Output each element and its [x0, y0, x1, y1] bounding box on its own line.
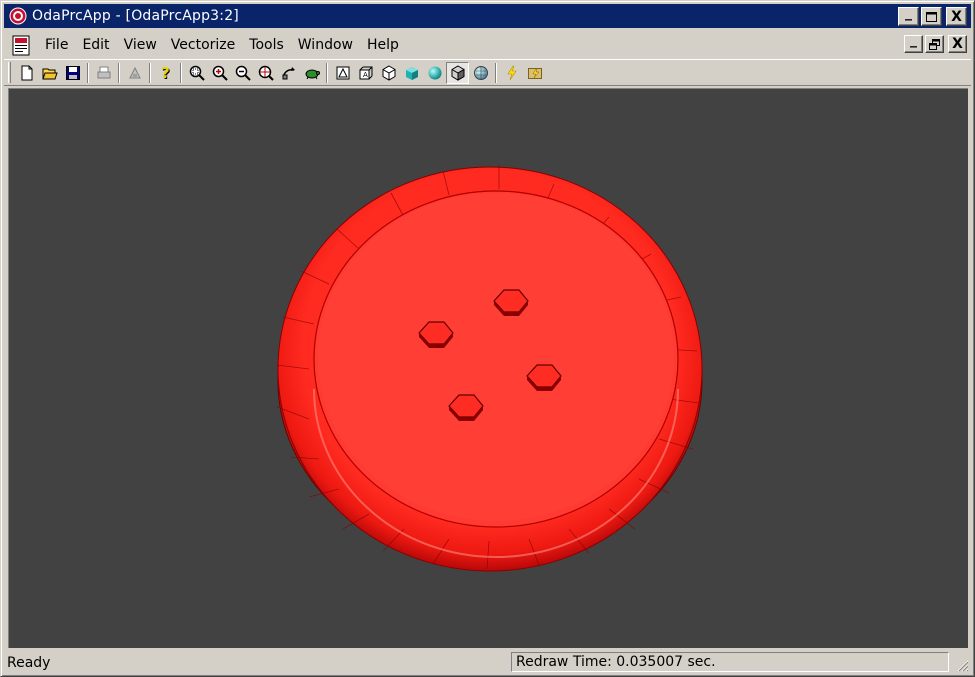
open-folder-icon — [41, 68, 58, 79]
new-document-icon — [21, 65, 32, 80]
zoom-in-button[interactable] — [208, 62, 231, 84]
toolbar-grip[interactable] — [8, 62, 11, 83]
gouraud-shaded-icon — [428, 66, 441, 79]
status-bar: Ready Redraw Time: 0.035007 sec. — [4, 651, 971, 674]
print-icon — [97, 66, 110, 78]
toolbar-separator — [118, 62, 120, 83]
hidden-line-icon: A — [359, 66, 372, 79]
close-icon: X — [951, 8, 962, 25]
orbit-button[interactable] — [277, 62, 300, 84]
new-button[interactable] — [15, 62, 38, 84]
document-icon[interactable] — [8, 33, 34, 57]
flat-shaded-icon — [405, 66, 418, 80]
2d-wireframe-button[interactable] — [331, 62, 354, 84]
svg-text:?: ? — [161, 65, 170, 81]
oda-app-icon[interactable] — [8, 6, 28, 26]
menu-help[interactable]: Help — [360, 37, 406, 53]
mdi-minimize-button[interactable]: _ — [904, 32, 923, 53]
zoom-out-button[interactable] — [231, 62, 254, 84]
redraw-time-pane: Redraw Time: 0.035007 sec. — [511, 652, 949, 672]
toolbar-separator — [180, 62, 182, 83]
zoom-extents-button[interactable] — [254, 62, 277, 84]
regen-button[interactable] — [500, 62, 523, 84]
menu-window[interactable]: Window — [291, 37, 360, 53]
menu-tools[interactable]: Tools — [242, 37, 291, 53]
toolbar-separator — [326, 62, 328, 83]
hidden-line-button[interactable]: A — [354, 62, 377, 84]
restore-icon — [929, 38, 940, 50]
model-canvas[interactable] — [9, 89, 969, 649]
minimize-button[interactable]: _ — [898, 4, 919, 26]
mdi-restore-button[interactable] — [925, 35, 944, 53]
window-title: OdaPrcApp - [OdaPrcApp3:2] — [32, 8, 239, 24]
zoom-out-icon — [235, 65, 251, 81]
2d-wireframe-icon — [336, 66, 349, 79]
turtle-icon — [305, 69, 320, 79]
gouraud-shaded-edges-icon — [473, 65, 488, 80]
zoom-extents-icon — [258, 65, 274, 81]
print-preview-icon — [128, 66, 141, 78]
flat-shaded-button[interactable] — [400, 62, 423, 84]
menu-bar: File Edit View Vectorize Tools Window He… — [4, 31, 971, 58]
toolbar-separator — [87, 62, 89, 83]
menu-view[interactable]: View — [117, 37, 164, 53]
zoom-in-icon — [212, 65, 228, 81]
save-button[interactable] — [61, 62, 84, 84]
maximize-button[interactable] — [921, 7, 942, 26]
toolbar: ?? A — [4, 59, 971, 86]
round-plate-model — [276, 165, 703, 572]
status-ready-text: Ready — [7, 654, 51, 671]
zoom-window-button[interactable] — [185, 62, 208, 84]
3d-wireframe-icon — [382, 64, 395, 81]
3d-wireframe-button[interactable] — [377, 62, 400, 84]
svg-text:A: A — [363, 71, 368, 79]
mdi-close-button[interactable]: X — [948, 35, 967, 53]
print-preview-button[interactable] — [123, 62, 146, 84]
orbit-icon — [281, 66, 295, 79]
regen-icon — [506, 65, 517, 80]
regen-all-icon — [527, 67, 542, 79]
menu-vectorize[interactable]: Vectorize — [164, 37, 242, 53]
minimize-icon: _ — [910, 32, 917, 48]
menu-edit[interactable]: Edit — [75, 37, 116, 53]
open-button[interactable] — [38, 62, 61, 84]
title-bar[interactable]: OdaPrcApp - [OdaPrcApp3:2] _ X — [4, 4, 971, 28]
app-window: OdaPrcApp - [OdaPrcApp3:2] _ X File Edit… — [0, 0, 975, 677]
maximize-icon — [926, 11, 937, 22]
toolbar-separator — [495, 62, 497, 83]
redraw-time-text: Redraw Time: 0.035007 sec. — [516, 654, 716, 670]
regen-all-button[interactable] — [523, 62, 546, 84]
3d-viewport[interactable] — [8, 88, 968, 648]
resize-grip-icon[interactable] — [955, 658, 969, 672]
print-button[interactable] — [92, 62, 115, 84]
toolbar-separator — [149, 62, 151, 83]
flat-shaded-edges-icon — [451, 64, 464, 81]
close-icon: X — [952, 36, 963, 52]
close-button[interactable]: X — [946, 7, 967, 26]
help-button[interactable]: ?? — [154, 62, 177, 84]
gouraud-shaded-edges-button[interactable] — [469, 62, 492, 84]
menu-file[interactable]: File — [38, 37, 75, 53]
zoom-window-icon — [189, 65, 205, 81]
turtle-button[interactable] — [300, 62, 323, 84]
minimize-icon: _ — [905, 4, 912, 21]
help-icon: ?? — [161, 65, 171, 81]
flat-shaded-edges-button[interactable] — [446, 61, 469, 84]
save-icon — [65, 65, 80, 80]
gouraud-shaded-button[interactable] — [423, 62, 446, 84]
